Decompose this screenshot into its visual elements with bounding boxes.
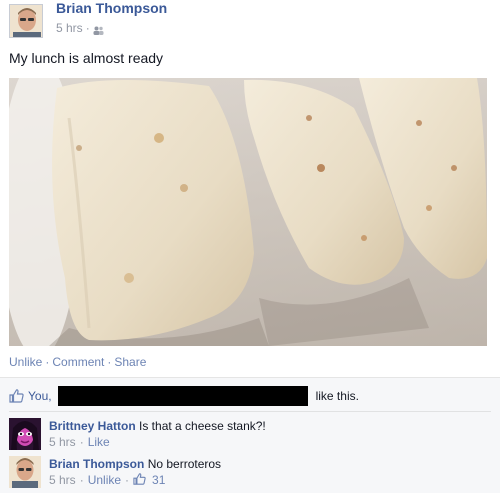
comment-separator: ·: [125, 473, 130, 487]
post-author-name[interactable]: Brian Thompson: [56, 0, 167, 16]
likes-suffix: like this.: [315, 389, 359, 403]
feedback-section: You, like this. Brittney Hatton Is that …: [0, 377, 500, 493]
post-actions: Unlike · Comment · Share: [9, 355, 146, 369]
comment-body: Brittney Hatton Is that a cheese stank?!…: [49, 418, 266, 450]
divider: [9, 411, 491, 412]
share-link[interactable]: Share: [114, 355, 146, 369]
commenter-avatar[interactable]: [9, 456, 41, 488]
meta-separator: ·: [85, 21, 90, 35]
thumbs-up-icon: [133, 473, 148, 487]
comment-text: Is that a cheese stank?!: [139, 419, 266, 433]
redacted-names: [57, 386, 308, 406]
thumbs-up-icon: [9, 389, 24, 403]
comment-like-count[interactable]: 31: [152, 472, 165, 488]
comment-timestamp[interactable]: 5 hrs: [49, 434, 76, 450]
comment-separator: ·: [79, 473, 84, 487]
friends-icon[interactable]: [93, 24, 104, 35]
post-text: My lunch is almost ready: [9, 50, 164, 66]
commenter-name[interactable]: Brittney Hatton: [49, 419, 136, 433]
post-meta: 5 hrs ·: [56, 21, 104, 35]
comment-item: Brittney Hatton Is that a cheese stank?!…: [9, 418, 491, 454]
action-separator: ·: [107, 355, 112, 369]
comment-unlike-link[interactable]: Unlike: [88, 472, 121, 488]
action-separator: ·: [45, 355, 50, 369]
likes-you-link[interactable]: You,: [28, 389, 52, 403]
author-avatar[interactable]: [9, 4, 43, 38]
comment-link[interactable]: Comment: [52, 355, 104, 369]
unlike-link[interactable]: Unlike: [9, 355, 42, 369]
comment-item: Brian Thompson No berroteros 5 hrs · Unl…: [9, 456, 491, 492]
comment-meta: 5 hrs · Like: [49, 434, 266, 450]
post-timestamp[interactable]: 5 hrs: [56, 21, 83, 35]
likes-summary: You, like this.: [9, 385, 491, 407]
comment-separator: ·: [79, 435, 84, 449]
comment-like-link[interactable]: Like: [88, 434, 110, 450]
comment-timestamp[interactable]: 5 hrs: [49, 472, 76, 488]
post-photo[interactable]: [9, 78, 487, 346]
post-header: Brian Thompson 5 hrs ·: [9, 0, 489, 40]
commenter-name[interactable]: Brian Thompson: [49, 457, 144, 471]
comment-body: Brian Thompson No berroteros 5 hrs · Unl…: [49, 456, 221, 488]
commenter-avatar[interactable]: [9, 418, 41, 450]
comment-meta: 5 hrs · Unlike · 31: [49, 472, 221, 488]
comment-text: No berroteros: [147, 457, 222, 471]
